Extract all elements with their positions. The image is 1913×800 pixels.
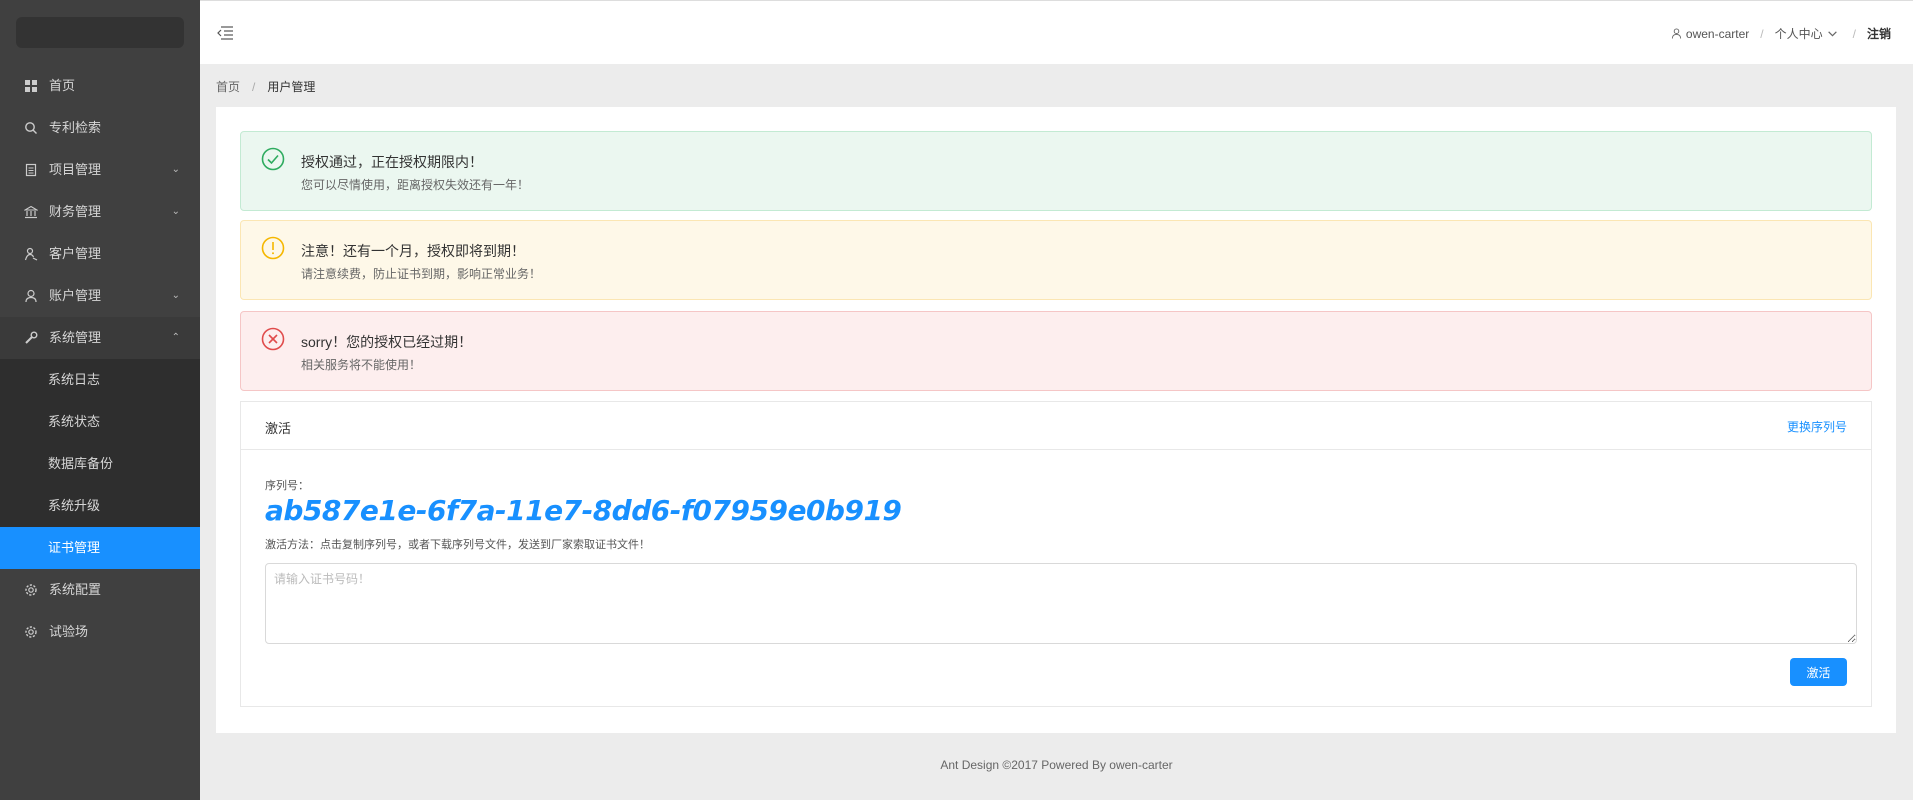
chevron-up-icon: ⌃ (171, 332, 180, 343)
sidebar-item-label: 首页 (49, 78, 76, 93)
sidebar-item-system[interactable]: 系统管理 ⌃ (0, 317, 200, 359)
separator: / (1760, 26, 1764, 41)
top-header: owen-carter / 个人中心 / 注销 (200, 0, 1913, 64)
serial-number[interactable]: ab587e1e-6f7a-11e7-8dd6-f07959e0b919 (265, 494, 902, 527)
logout-link[interactable]: 注销 (1867, 25, 1891, 42)
personal-center-dropdown[interactable]: 个人中心 (1775, 25, 1842, 42)
footer: Ant Design ©2017 Powered By owen-carter (940, 758, 1173, 772)
sidebar-item-label: 专利检索 (49, 120, 102, 135)
sidebar-item-label: 试验场 (49, 624, 89, 639)
username-link[interactable]: owen-carter (1671, 27, 1749, 41)
sidebar-item-label: 数据库备份 (48, 456, 114, 471)
username: owen-carter (1685, 26, 1750, 41)
alert-description: 请注意续费，防止证书到期，影响正常业务！ (301, 267, 542, 281)
sidebar-item-label: 系统配置 (49, 582, 102, 597)
setting-icon (24, 625, 38, 639)
exclamation-circle-icon (261, 236, 285, 260)
sidebar-item-playground[interactable]: 试验场 (0, 611, 200, 653)
certificate-input[interactable] (265, 563, 1857, 644)
setting-icon (24, 583, 38, 597)
serial-label: 序列号： (265, 480, 309, 492)
sidebar-item-projects[interactable]: 项目管理 ⌄ (0, 149, 200, 191)
sidebar-item-label: 系统状态 (48, 414, 101, 429)
breadcrumb: 首页 / 用户管理 (216, 78, 315, 95)
personal-center-label: 个人中心 (1774, 27, 1823, 41)
alert-title: 注意！还有一个月，授权即将到期！ (301, 243, 525, 259)
logo (16, 17, 184, 48)
sidebar: 首页 专利检索 项目管理 ⌄ 财务管理 ⌄ 客户管理 账户管理 ⌄ 系统管理 ⌃… (0, 0, 200, 800)
sidebar-item-label: 证书管理 (48, 540, 101, 555)
sidebar-item-label: 账户管理 (49, 288, 102, 303)
tool-icon (24, 331, 38, 345)
search-icon (24, 121, 38, 135)
alert-success: 授权通过，正在授权期限内！ 您可以尽情使用，距离授权失效还有一年！ (240, 131, 1872, 211)
sidebar-item-patent-search[interactable]: 专利检索 (0, 107, 200, 149)
card-header: 激活 更换序列号 (241, 402, 1871, 450)
change-serial-link[interactable]: 更换序列号 (1787, 418, 1847, 435)
alert-error: sorry！您的授权已经过期！ 相关服务将不能使用！ (240, 311, 1872, 391)
main-content: 授权通过，正在授权期限内！ 您可以尽情使用，距离授权失效还有一年！ 注意！还有一… (216, 107, 1896, 733)
check-circle-icon (261, 147, 285, 171)
separator: / (1852, 26, 1856, 41)
header-user-nav: owen-carter / 个人中心 / 注销 (1671, 25, 1891, 42)
sidebar-item-label: 项目管理 (49, 162, 102, 177)
close-circle-icon (261, 327, 285, 351)
user-icon (24, 289, 38, 303)
chevron-down-icon: ⌄ (171, 290, 180, 301)
menu-fold-icon[interactable] (216, 25, 234, 41)
alert-title: 授权通过，正在授权期限内！ (301, 154, 483, 170)
chevron-down-icon: ⌄ (171, 206, 180, 217)
user-icon (1671, 28, 1682, 39)
sidebar-item-system-upgrade[interactable]: 系统升级 (0, 485, 200, 527)
sidebar-item-customers[interactable]: 客户管理 (0, 233, 200, 275)
separator: / (252, 80, 256, 94)
chevron-down-icon: ⌄ (171, 164, 180, 175)
sidebar-menu: 首页 专利检索 项目管理 ⌄ 财务管理 ⌄ 客户管理 账户管理 ⌄ 系统管理 ⌃… (0, 65, 200, 653)
sidebar-item-label: 系统升级 (48, 498, 101, 513)
sidebar-item-db-backup[interactable]: 数据库备份 (0, 443, 200, 485)
sidebar-item-label: 财务管理 (49, 204, 102, 219)
sidebar-item-finance[interactable]: 财务管理 ⌄ (0, 191, 200, 233)
sidebar-item-accounts[interactable]: 账户管理 ⌄ (0, 275, 200, 317)
activation-hint: 激活方法：点击复制序列号，或者下载序列号文件，发送到厂家索取证书文件！ (265, 539, 650, 551)
alert-description: 您可以尽情使用，距离授权失效还有一年！ (301, 178, 530, 192)
sidebar-item-certificates[interactable]: 证书管理 (0, 527, 200, 569)
breadcrumb-home[interactable]: 首页 (216, 80, 240, 94)
sidebar-item-system-status[interactable]: 系统状态 (0, 401, 200, 443)
customer-icon (24, 247, 38, 261)
sidebar-item-home[interactable]: 首页 (0, 65, 200, 107)
activation-card: 激活 更换序列号 序列号： ab587e1e-6f7a-11e7-8dd6-f0… (240, 401, 1872, 707)
activate-button[interactable]: 激活 (1790, 658, 1847, 686)
sidebar-item-label: 系统日志 (48, 372, 101, 387)
alert-warning: 注意！还有一个月，授权即将到期！ 请注意续费，防止证书到期，影响正常业务！ (240, 220, 1872, 300)
sidebar-item-system-config[interactable]: 系统配置 (0, 569, 200, 611)
alert-title: sorry！您的授权已经过期！ (301, 334, 473, 350)
breadcrumb-current: 用户管理 (267, 80, 316, 94)
chevron-down-icon (1827, 31, 1837, 37)
card-title: 激活 (265, 421, 292, 436)
sidebar-item-label: 系统管理 (49, 330, 102, 345)
alert-description: 相关服务将不能使用！ (301, 358, 422, 372)
sidebar-item-system-log[interactable]: 系统日志 (0, 359, 200, 401)
bank-icon (24, 205, 38, 219)
project-icon (24, 163, 38, 177)
dashboard-icon (24, 79, 38, 93)
sidebar-item-label: 客户管理 (49, 246, 102, 261)
system-submenu: 系统日志 系统状态 数据库备份 系统升级 证书管理 (0, 359, 200, 569)
